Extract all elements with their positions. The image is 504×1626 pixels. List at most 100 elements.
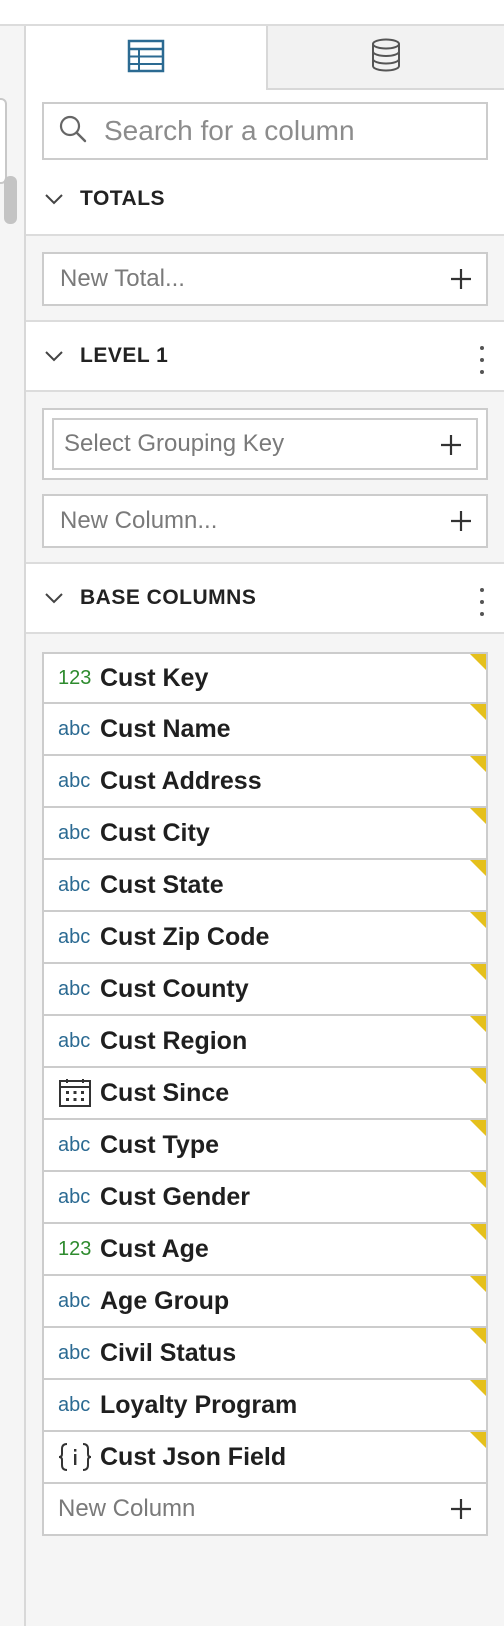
column-row[interactable]: abc Cust Type — [42, 1120, 488, 1172]
plus-icon[interactable] — [448, 266, 474, 292]
column-name: Cust Since — [100, 1078, 230, 1107]
tab-data-source[interactable] — [266, 26, 504, 90]
search-box[interactable] — [42, 102, 488, 160]
modified-flag-icon — [470, 654, 486, 670]
modified-flag-icon — [470, 1120, 486, 1136]
level1-new-column-placeholder: New Column... — [60, 507, 218, 534]
column-row[interactable]: abc Cust Region — [42, 1016, 488, 1068]
column-type-label: abc — [58, 1289, 91, 1312]
column-name: Cust Json Field — [100, 1442, 287, 1471]
chevron-down-icon[interactable] — [42, 187, 66, 211]
tab-columns[interactable] — [26, 26, 266, 90]
chevron-down-icon[interactable] — [42, 586, 66, 610]
table-icon — [127, 39, 165, 78]
plus-icon[interactable] — [448, 1496, 474, 1522]
page: TOTALS New Total... LEVEL 1 Select Group… — [0, 0, 504, 1626]
column-type-label: abc — [58, 1133, 91, 1156]
top-bar — [0, 0, 504, 26]
column-row[interactable]: abc Cust Name — [42, 704, 488, 756]
modified-flag-icon — [470, 1328, 486, 1344]
column-type-label: abc — [58, 769, 91, 792]
column-row[interactable]: abc Age Group — [42, 1276, 488, 1328]
column-row[interactable]: abc Loyalty Program — [42, 1380, 488, 1432]
column-type-label: abc — [58, 925, 91, 948]
column-name: Cust Region — [100, 1026, 248, 1055]
modified-flag-icon — [470, 808, 486, 824]
grouping-key-container: Select Grouping Key — [42, 408, 488, 480]
column-type-label: abc — [58, 821, 91, 844]
column-name: Loyalty Program — [100, 1390, 298, 1419]
more-options-icon[interactable] — [478, 346, 486, 374]
modified-flag-icon — [470, 1432, 486, 1448]
column-row[interactable]: abc Cust County — [42, 964, 488, 1016]
modified-flag-icon — [470, 1068, 486, 1084]
column-type-label: 123 — [58, 1237, 92, 1260]
column-type-label: abc — [58, 873, 91, 896]
column-name: Cust Name — [100, 714, 231, 743]
base-new-column-field[interactable]: New Column — [42, 1484, 488, 1536]
column-type-label: abc — [58, 1341, 91, 1364]
search-input[interactable] — [104, 115, 474, 147]
modified-flag-icon — [470, 1276, 486, 1292]
grouping-key-select[interactable]: Select Grouping Key — [52, 418, 478, 470]
column-name: Age Group — [100, 1286, 230, 1315]
calendar-icon — [58, 1078, 100, 1108]
base-columns-list: 123 Cust Key abc Cust Name abc Cust Address ab… — [42, 652, 488, 1536]
column-row[interactable]: abc Cust Address — [42, 756, 488, 808]
section-base-columns-title: BASE COLUMNS — [80, 586, 257, 609]
modified-flag-icon — [470, 1380, 486, 1396]
column-name: Cust Zip Code — [100, 922, 270, 951]
modified-flag-icon — [470, 860, 486, 876]
column-name: Cust Age — [100, 1234, 209, 1263]
modified-flag-icon — [470, 912, 486, 928]
column-row[interactable]: 123 Cust Key — [42, 652, 488, 704]
search-icon — [58, 114, 88, 149]
column-name: Cust Gender — [100, 1182, 251, 1211]
panel-tabs — [26, 26, 504, 90]
column-row[interactable]: 123 Cust Age — [42, 1224, 488, 1276]
column-row[interactable]: abc Cust State — [42, 860, 488, 912]
database-icon — [370, 38, 402, 77]
grouping-key-placeholder: Select Grouping Key — [64, 430, 285, 457]
modified-flag-icon — [470, 1224, 486, 1240]
column-type-label: abc — [58, 1029, 91, 1052]
column-name: Cust County — [100, 974, 249, 1003]
modified-flag-icon — [470, 1172, 486, 1188]
column-name: Cust State — [100, 870, 224, 899]
column-name: Cust Key — [100, 663, 209, 692]
left-panel-collapsed-field[interactable] — [0, 98, 7, 184]
modified-flag-icon — [470, 1016, 486, 1032]
base-new-column-placeholder: New Column — [58, 1495, 196, 1522]
section-level1-title: LEVEL 1 — [80, 344, 169, 367]
column-name: Cust City — [100, 818, 210, 847]
json-icon — [58, 1442, 100, 1472]
column-type-label: abc — [58, 1393, 91, 1416]
column-row[interactable]: Cust Since — [42, 1068, 488, 1120]
column-type-label: abc — [58, 717, 91, 740]
left-scrollbar[interactable] — [4, 176, 17, 224]
column-row[interactable]: abc Cust Gender — [42, 1172, 488, 1224]
section-level1-header[interactable]: LEVEL 1 — [26, 320, 504, 392]
section-totals-header[interactable]: TOTALS — [26, 164, 504, 236]
section-base-columns-header[interactable]: BASE COLUMNS — [26, 562, 504, 634]
chevron-down-icon[interactable] — [42, 344, 66, 368]
plus-icon[interactable] — [438, 432, 464, 458]
column-type-label: abc — [58, 977, 91, 1000]
modified-flag-icon — [470, 704, 486, 720]
column-row[interactable]: abc Cust City — [42, 808, 488, 860]
column-name: Cust Type — [100, 1130, 219, 1159]
column-type-label: abc — [58, 1185, 91, 1208]
column-panel: TOTALS New Total... LEVEL 1 Select Group… — [26, 26, 504, 1626]
column-row[interactable]: abc Cust Zip Code — [42, 912, 488, 964]
left-panel-edge — [0, 26, 26, 1626]
new-total-field[interactable]: New Total... — [42, 252, 488, 306]
column-name: Cust Address — [100, 766, 262, 795]
modified-flag-icon — [470, 756, 486, 772]
column-name: Civil Status — [100, 1338, 237, 1367]
column-row[interactable]: abc Civil Status — [42, 1328, 488, 1380]
column-row[interactable]: Cust Json Field — [42, 1432, 488, 1484]
level1-new-column-field[interactable]: New Column... — [42, 494, 488, 548]
more-options-icon[interactable] — [478, 588, 486, 616]
new-total-placeholder: New Total... — [60, 265, 185, 292]
plus-icon[interactable] — [448, 508, 474, 534]
